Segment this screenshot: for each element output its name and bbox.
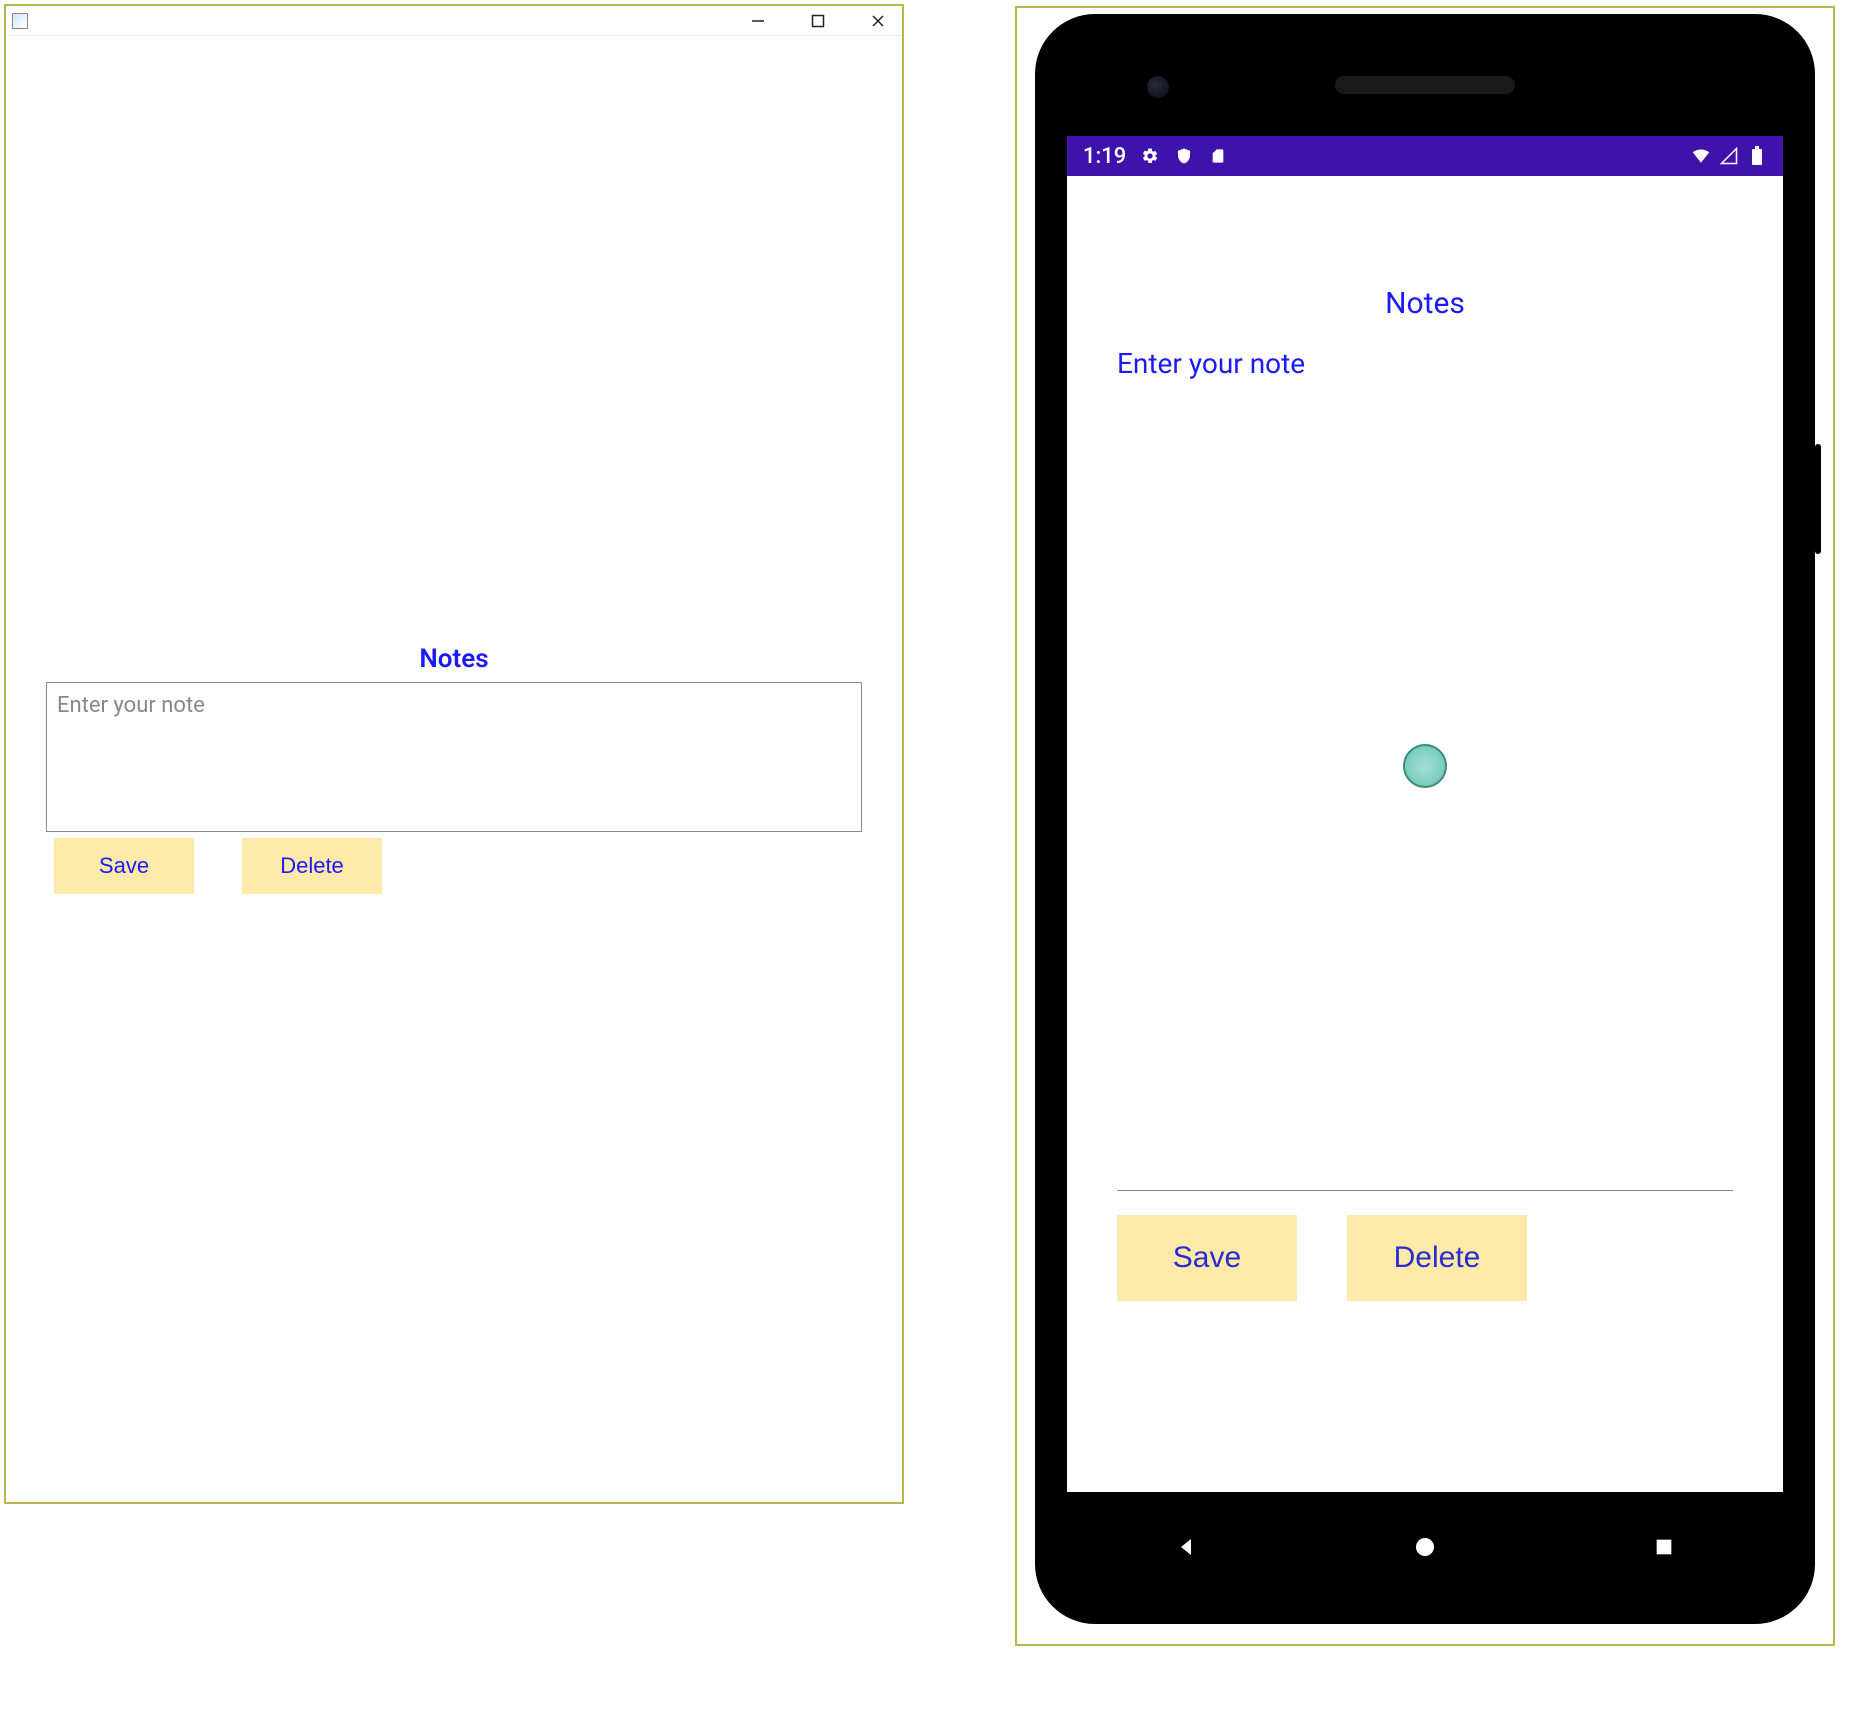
- recent-apps-button[interactable]: [1649, 1532, 1679, 1562]
- phone-body: 1:19: [1035, 14, 1815, 1624]
- app-button-row: Save Delete: [1117, 1215, 1733, 1301]
- desktop-button-row: Save Delete: [46, 838, 862, 894]
- save-button[interactable]: Save: [54, 838, 194, 894]
- shield-icon: [1174, 146, 1194, 166]
- window-controls: [740, 9, 896, 33]
- minimize-button[interactable]: [740, 9, 776, 33]
- signal-icon: [1719, 146, 1739, 166]
- settings-gear-icon: [1140, 146, 1160, 166]
- phone-power-button: [1815, 444, 1821, 554]
- delete-button[interactable]: Delete: [242, 838, 382, 894]
- note-placeholder: Enter your note: [1117, 347, 1305, 380]
- sd-card-icon: [1208, 146, 1228, 166]
- touch-indicator-icon: [1403, 744, 1447, 788]
- wifi-icon: [1691, 146, 1711, 166]
- phone-top-bezel: [1067, 46, 1783, 136]
- battery-icon: [1747, 146, 1767, 166]
- front-camera-icon: [1147, 76, 1169, 98]
- status-bar: 1:19: [1067, 136, 1783, 176]
- window-titlebar: [6, 6, 902, 36]
- app-content: Notes Enter your note Save Delete: [1067, 176, 1783, 1492]
- phone-preview-frame: 1:19: [1015, 6, 1835, 1646]
- status-time: 1:19: [1083, 144, 1126, 169]
- note-input[interactable]: [46, 682, 862, 832]
- window-app-icon: [12, 13, 28, 29]
- note-input[interactable]: Enter your note: [1117, 341, 1733, 1191]
- desktop-window: Notes Save Delete: [4, 4, 904, 1504]
- phone-bezel: 1:19: [1049, 28, 1801, 1610]
- speaker-grille-icon: [1335, 76, 1515, 94]
- maximize-button[interactable]: [800, 9, 836, 33]
- phone-screen: 1:19: [1067, 136, 1783, 1492]
- notes-heading: Notes: [46, 644, 862, 674]
- back-button[interactable]: [1171, 1532, 1201, 1562]
- delete-button[interactable]: Delete: [1347, 1215, 1527, 1301]
- notes-heading: Notes: [1117, 286, 1733, 321]
- android-nav-bar: [1067, 1502, 1783, 1592]
- save-button[interactable]: Save: [1117, 1215, 1297, 1301]
- close-button[interactable]: [860, 9, 896, 33]
- desktop-content: Notes Save Delete: [6, 36, 902, 1502]
- home-button[interactable]: [1410, 1532, 1440, 1562]
